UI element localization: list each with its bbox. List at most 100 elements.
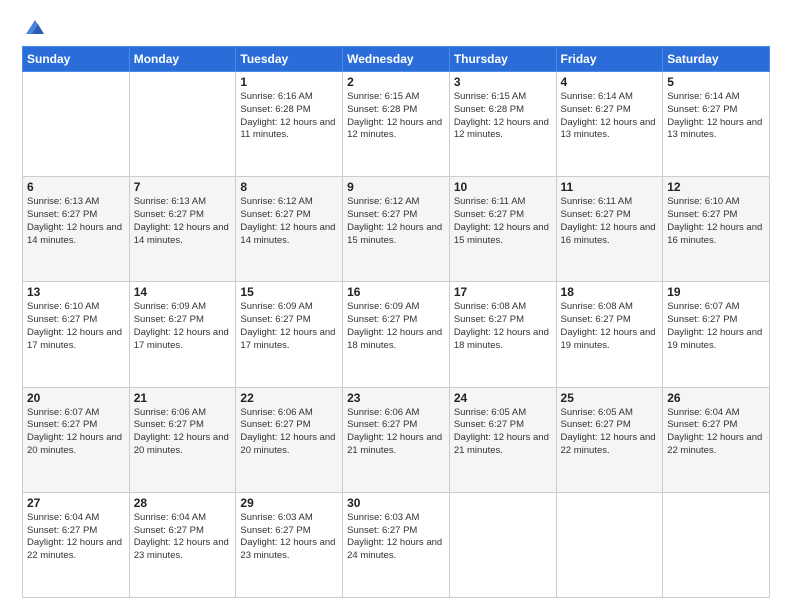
col-header-tuesday: Tuesday — [236, 47, 343, 72]
day-number: 10 — [454, 180, 552, 194]
calendar-cell: 10 Sunrise: 6:11 AM Sunset: 6:27 PM Dayli… — [449, 177, 556, 282]
day-info: Sunrise: 6:06 AM Sunset: 6:27 PM Dayligh… — [347, 407, 445, 458]
calendar-cell: 15 Sunrise: 6:09 AM Sunset: 6:27 PM Dayli… — [236, 282, 343, 387]
day-number: 2 — [347, 75, 445, 89]
day-number: 12 — [667, 180, 765, 194]
day-info: Sunrise: 6:09 AM Sunset: 6:27 PM Dayligh… — [347, 301, 445, 352]
day-number: 26 — [667, 391, 765, 405]
calendar-cell: 9 Sunrise: 6:12 AM Sunset: 6:27 PM Daylig… — [343, 177, 450, 282]
day-number: 11 — [561, 180, 659, 194]
day-info: Sunrise: 6:11 AM Sunset: 6:27 PM Dayligh… — [561, 196, 659, 247]
day-info: Sunrise: 6:03 AM Sunset: 6:27 PM Dayligh… — [347, 512, 445, 563]
calendar-cell: 30 Sunrise: 6:03 AM Sunset: 6:27 PM Dayli… — [343, 492, 450, 597]
day-info: Sunrise: 6:15 AM Sunset: 6:28 PM Dayligh… — [347, 91, 445, 142]
calendar-cell: 1 Sunrise: 6:16 AM Sunset: 6:28 PM Daylig… — [236, 72, 343, 177]
col-header-monday: Monday — [129, 47, 236, 72]
logo-text — [22, 18, 46, 36]
day-info: Sunrise: 6:03 AM Sunset: 6:27 PM Dayligh… — [240, 512, 338, 563]
day-number: 28 — [134, 496, 232, 510]
day-info: Sunrise: 6:04 AM Sunset: 6:27 PM Dayligh… — [134, 512, 232, 563]
calendar-cell: 11 Sunrise: 6:11 AM Sunset: 6:27 PM Dayli… — [556, 177, 663, 282]
calendar-cell: 26 Sunrise: 6:04 AM Sunset: 6:27 PM Dayli… — [663, 387, 770, 492]
calendar-cell: 6 Sunrise: 6:13 AM Sunset: 6:27 PM Daylig… — [23, 177, 130, 282]
calendar-header-row: SundayMondayTuesdayWednesdayThursdayFrid… — [23, 47, 770, 72]
day-number: 30 — [347, 496, 445, 510]
page: SundayMondayTuesdayWednesdayThursdayFrid… — [0, 0, 792, 612]
day-number: 29 — [240, 496, 338, 510]
day-info: Sunrise: 6:13 AM Sunset: 6:27 PM Dayligh… — [27, 196, 125, 247]
day-number: 19 — [667, 285, 765, 299]
day-number: 20 — [27, 391, 125, 405]
calendar-week-5: 27 Sunrise: 6:04 AM Sunset: 6:27 PM Dayli… — [23, 492, 770, 597]
calendar-cell: 2 Sunrise: 6:15 AM Sunset: 6:28 PM Daylig… — [343, 72, 450, 177]
day-info: Sunrise: 6:08 AM Sunset: 6:27 PM Dayligh… — [561, 301, 659, 352]
logo — [22, 18, 46, 36]
calendar-cell — [129, 72, 236, 177]
day-number: 18 — [561, 285, 659, 299]
calendar-week-3: 13Sunrise: 6:10 AM Sunset: 6:27 PM Dayli… — [23, 282, 770, 387]
day-info: Sunrise: 6:12 AM Sunset: 6:27 PM Dayligh… — [240, 196, 338, 247]
day-info: Sunrise: 6:07 AM Sunset: 6:27 PM Dayligh… — [27, 407, 125, 458]
day-number: 5 — [667, 75, 765, 89]
day-info: Sunrise: 6:04 AM Sunset: 6:27 PM Dayligh… — [27, 512, 125, 563]
logo-icon — [24, 18, 46, 36]
calendar-cell: 25Sunrise: 6:05 AM Sunset: 6:27 PM Dayli… — [556, 387, 663, 492]
calendar-table: SundayMondayTuesdayWednesdayThursdayFrid… — [22, 46, 770, 598]
day-number: 8 — [240, 180, 338, 194]
day-info: Sunrise: 6:14 AM Sunset: 6:27 PM Dayligh… — [667, 91, 765, 142]
day-number: 1 — [240, 75, 338, 89]
calendar-cell — [23, 72, 130, 177]
day-info: Sunrise: 6:14 AM Sunset: 6:27 PM Dayligh… — [561, 91, 659, 142]
day-number: 15 — [240, 285, 338, 299]
day-info: Sunrise: 6:15 AM Sunset: 6:28 PM Dayligh… — [454, 91, 552, 142]
calendar-cell: 13Sunrise: 6:10 AM Sunset: 6:27 PM Dayli… — [23, 282, 130, 387]
calendar-cell: 27 Sunrise: 6:04 AM Sunset: 6:27 PM Dayli… — [23, 492, 130, 597]
calendar-cell: 12 Sunrise: 6:10 AM Sunset: 6:27 PM Dayli… — [663, 177, 770, 282]
calendar-week-2: 6 Sunrise: 6:13 AM Sunset: 6:27 PM Daylig… — [23, 177, 770, 282]
calendar-cell: 17 Sunrise: 6:08 AM Sunset: 6:27 PM Dayli… — [449, 282, 556, 387]
calendar-cell: 22 Sunrise: 6:06 AM Sunset: 6:27 PM Dayli… — [236, 387, 343, 492]
day-info: Sunrise: 6:08 AM Sunset: 6:27 PM Dayligh… — [454, 301, 552, 352]
calendar-cell: 23 Sunrise: 6:06 AM Sunset: 6:27 PM Dayli… — [343, 387, 450, 492]
calendar-cell — [663, 492, 770, 597]
day-info: Sunrise: 6:05 AM Sunset: 6:27 PM Dayligh… — [561, 407, 659, 458]
col-header-saturday: Saturday — [663, 47, 770, 72]
day-info: Sunrise: 6:16 AM Sunset: 6:28 PM Dayligh… — [240, 91, 338, 142]
day-number: 14 — [134, 285, 232, 299]
day-number: 13 — [27, 285, 125, 299]
day-number: 27 — [27, 496, 125, 510]
calendar-cell: 19Sunrise: 6:07 AM Sunset: 6:27 PM Dayli… — [663, 282, 770, 387]
calendar-cell: 8 Sunrise: 6:12 AM Sunset: 6:27 PM Daylig… — [236, 177, 343, 282]
day-info: Sunrise: 6:10 AM Sunset: 6:27 PM Dayligh… — [667, 196, 765, 247]
day-info: Sunrise: 6:06 AM Sunset: 6:27 PM Dayligh… — [134, 407, 232, 458]
day-info: Sunrise: 6:12 AM Sunset: 6:27 PM Dayligh… — [347, 196, 445, 247]
calendar-week-4: 20 Sunrise: 6:07 AM Sunset: 6:27 PM Dayli… — [23, 387, 770, 492]
calendar-cell — [449, 492, 556, 597]
day-number: 17 — [454, 285, 552, 299]
calendar-cell: 7 Sunrise: 6:13 AM Sunset: 6:27 PM Daylig… — [129, 177, 236, 282]
day-info: Sunrise: 6:11 AM Sunset: 6:27 PM Dayligh… — [454, 196, 552, 247]
day-number: 7 — [134, 180, 232, 194]
calendar-cell: 3Sunrise: 6:15 AM Sunset: 6:28 PM Daylig… — [449, 72, 556, 177]
day-info: Sunrise: 6:06 AM Sunset: 6:27 PM Dayligh… — [240, 407, 338, 458]
day-info: Sunrise: 6:13 AM Sunset: 6:27 PM Dayligh… — [134, 196, 232, 247]
day-number: 4 — [561, 75, 659, 89]
day-info: Sunrise: 6:09 AM Sunset: 6:27 PM Dayligh… — [240, 301, 338, 352]
day-number: 23 — [347, 391, 445, 405]
calendar-cell: 21 Sunrise: 6:06 AM Sunset: 6:27 PM Dayli… — [129, 387, 236, 492]
day-number: 24 — [454, 391, 552, 405]
header — [22, 18, 770, 36]
col-header-sunday: Sunday — [23, 47, 130, 72]
day-number: 9 — [347, 180, 445, 194]
calendar-cell — [556, 492, 663, 597]
calendar-cell: 24Sunrise: 6:05 AM Sunset: 6:27 PM Dayli… — [449, 387, 556, 492]
calendar-cell: 4 Sunrise: 6:14 AM Sunset: 6:27 PM Daylig… — [556, 72, 663, 177]
day-number: 21 — [134, 391, 232, 405]
day-number: 6 — [27, 180, 125, 194]
calendar-week-1: 1 Sunrise: 6:16 AM Sunset: 6:28 PM Daylig… — [23, 72, 770, 177]
day-number: 16 — [347, 285, 445, 299]
calendar-cell: 16 Sunrise: 6:09 AM Sunset: 6:27 PM Dayli… — [343, 282, 450, 387]
day-info: Sunrise: 6:04 AM Sunset: 6:27 PM Dayligh… — [667, 407, 765, 458]
calendar-cell: 18 Sunrise: 6:08 AM Sunset: 6:27 PM Dayli… — [556, 282, 663, 387]
day-number: 22 — [240, 391, 338, 405]
